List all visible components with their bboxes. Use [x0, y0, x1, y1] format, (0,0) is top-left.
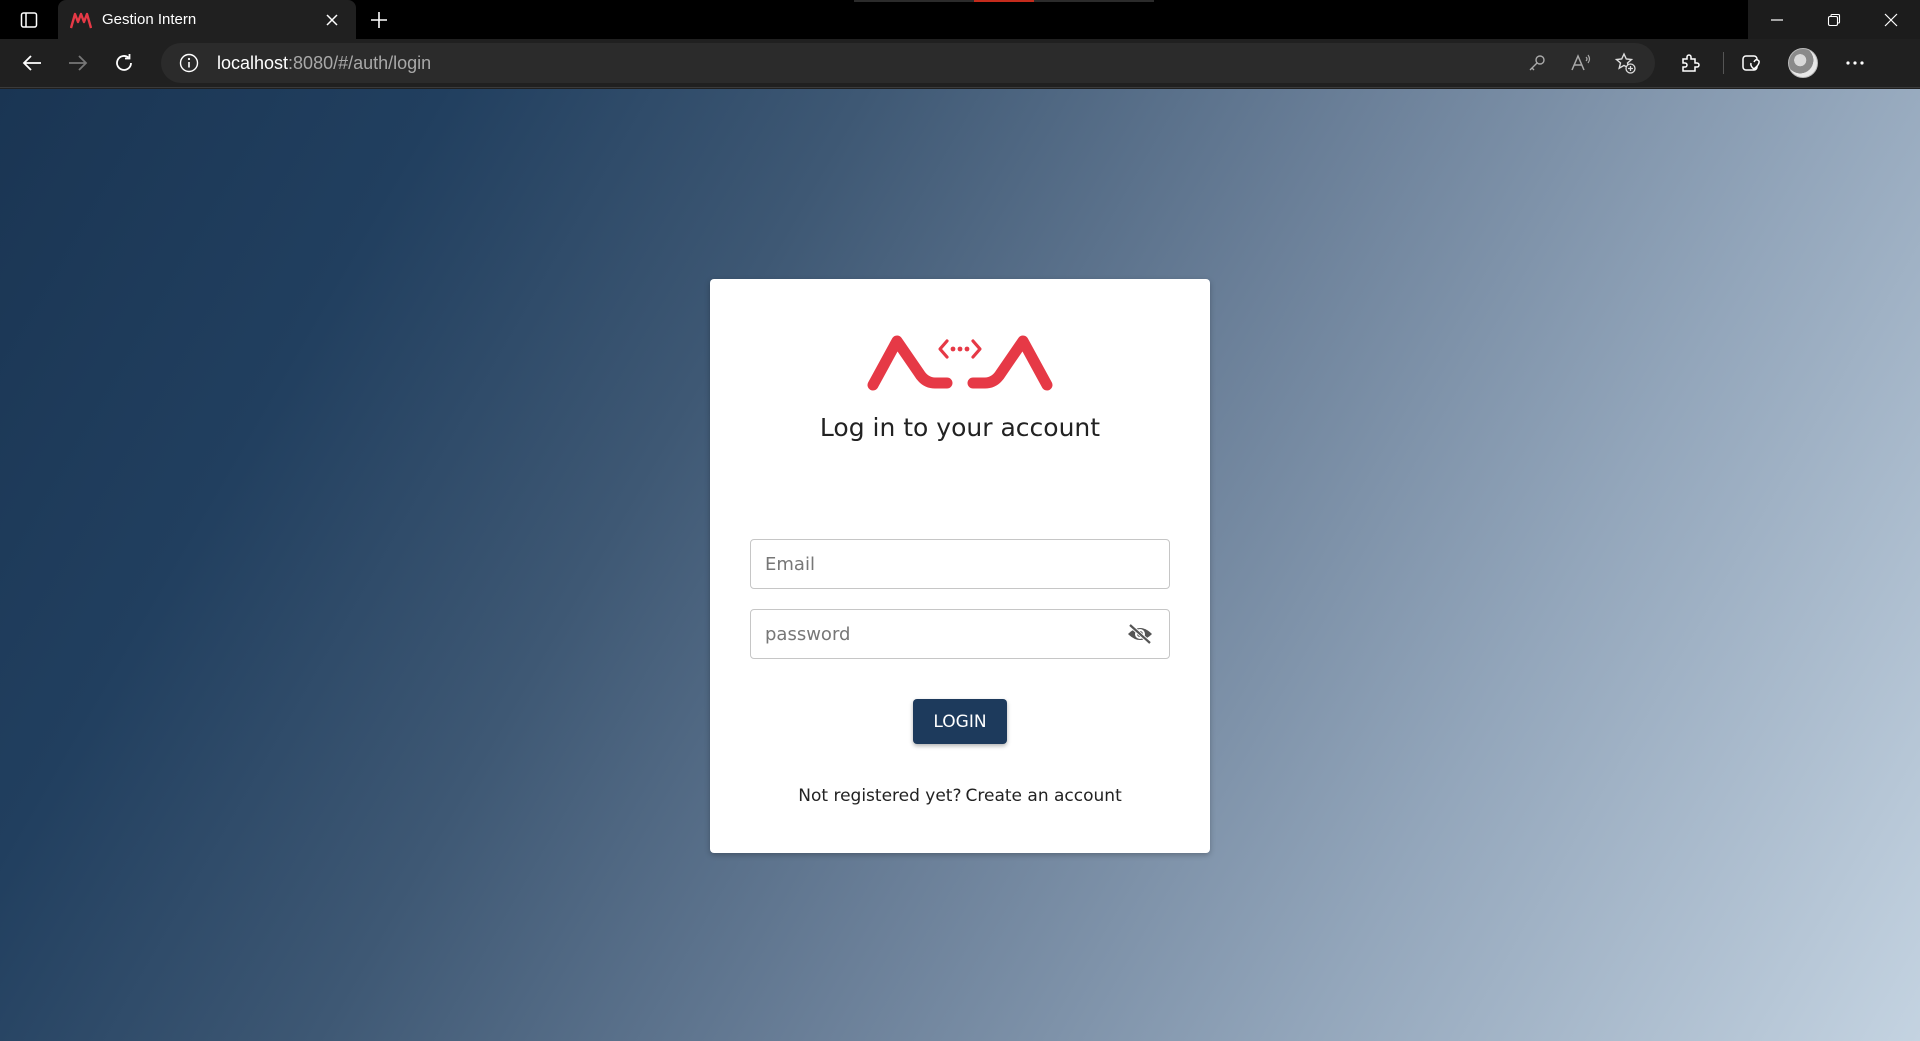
back-button[interactable] [9, 43, 55, 83]
window-controls [1748, 0, 1920, 39]
titlebar-drag-area[interactable] [402, 0, 1748, 39]
create-account-link[interactable]: Create an account [966, 786, 1122, 806]
restore-button[interactable] [1805, 0, 1862, 39]
register-question: Not registered yet? [798, 786, 962, 806]
browser-tab[interactable]: Gestion Intern [58, 0, 356, 39]
extensions-button[interactable] [1667, 43, 1713, 83]
eye-slash-icon[interactable] [1125, 619, 1155, 649]
browser-titlebar: Gestion Intern [0, 0, 1920, 39]
url-text[interactable]: localhost:8080/#/auth/login [217, 53, 1513, 74]
key-icon[interactable] [1517, 46, 1557, 80]
read-aloud-icon[interactable] [1561, 46, 1601, 80]
tab-title: Gestion Intern [102, 11, 197, 28]
url-path: :8080/#/auth/login [288, 52, 432, 73]
browser-toolbar: localhost:8080/#/auth/login [0, 39, 1920, 88]
email-field[interactable] [750, 539, 1170, 589]
tab-actions-button[interactable] [0, 0, 58, 39]
page-title: Log in to your account [819, 413, 1101, 442]
info-icon[interactable] [177, 51, 201, 75]
register-prompt: Not registered yet? Create an account [710, 786, 1210, 806]
forward-button[interactable] [55, 43, 101, 83]
titlebar-indicator-red [974, 0, 1034, 2]
toolbar-divider [1723, 52, 1724, 74]
add-favorite-icon[interactable] [1605, 46, 1645, 80]
email-input[interactable] [765, 540, 1155, 588]
heart-shield-icon [1742, 55, 1760, 71]
minimize-icon [1770, 18, 1783, 21]
login-card: Log in to your account LOGIN Not registe… [710, 279, 1210, 853]
refresh-icon [116, 54, 132, 71]
more-menu-button[interactable] [1832, 43, 1878, 83]
arrow-right-icon [69, 55, 88, 71]
tab-actions-icon [20, 11, 38, 28]
app-favicon-icon [70, 9, 92, 31]
address-bar[interactable]: localhost:8080/#/auth/login [161, 43, 1655, 83]
close-icon [1884, 13, 1897, 26]
tab-close-icon[interactable] [320, 8, 344, 32]
arrow-left-icon [22, 55, 41, 71]
refresh-button[interactable] [101, 43, 147, 83]
login-button[interactable]: LOGIN [913, 699, 1007, 744]
company-logo-icon [867, 335, 1053, 391]
profile-button[interactable] [1780, 43, 1826, 83]
password-input[interactable] [765, 610, 1125, 658]
puzzle-icon [1682, 54, 1700, 72]
close-window-button[interactable] [1862, 0, 1919, 39]
url-host: localhost [217, 52, 289, 73]
new-tab-button[interactable] [356, 0, 402, 39]
avatar [1788, 48, 1818, 78]
plus-icon [371, 11, 387, 28]
page-viewport: Log in to your account LOGIN Not registe… [0, 89, 1920, 1041]
minimize-button[interactable] [1748, 0, 1805, 39]
browser-essentials-button[interactable] [1728, 43, 1774, 83]
password-field[interactable] [750, 609, 1170, 659]
more-dots-icon [1846, 61, 1864, 65]
restore-icon [1827, 13, 1840, 26]
